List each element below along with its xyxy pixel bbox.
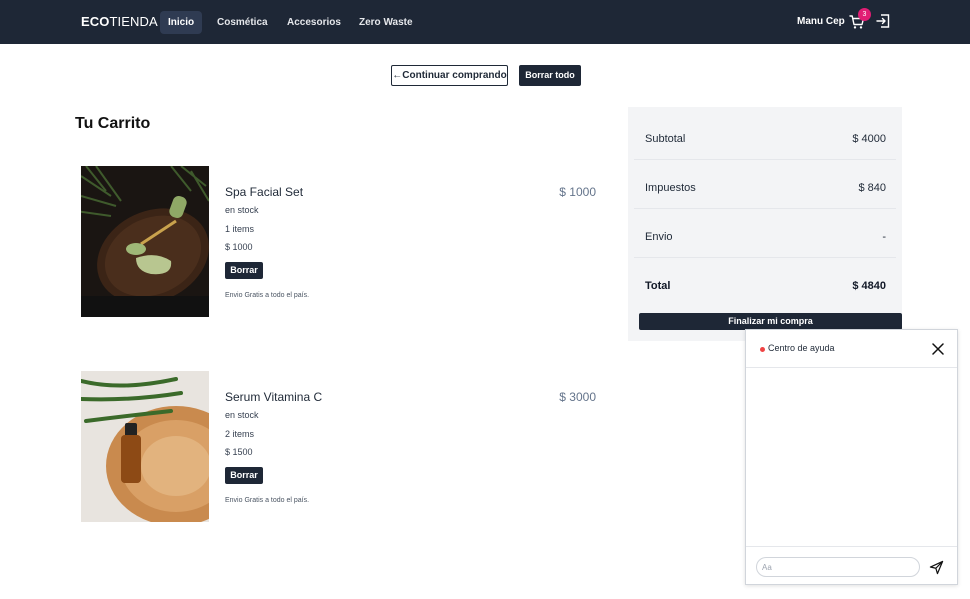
brand-logo-rest: TIENDA [109, 14, 158, 29]
nav-link-zero-waste[interactable]: Zero Waste [351, 11, 421, 34]
help-chat-footer [746, 546, 957, 584]
delete-item-button[interactable]: Borrar [225, 467, 263, 484]
summary-row-total: Total $ 4840 [634, 258, 896, 307]
shipping-note: Envio Gratis a todo el país. [225, 292, 310, 299]
item-quantity: 1 items [225, 224, 255, 234]
summary-label: Envio [645, 231, 673, 243]
product-image-serum-vitamina-c[interactable] [81, 371, 209, 522]
product-image-spa-facial-set[interactable] [81, 166, 209, 317]
nav-link-inicio[interactable]: Inicio [160, 11, 203, 34]
item-total: $ 1000 [559, 185, 596, 199]
navbar: ECOTIENDA Inicio Cosmética Accesorios Ze… [0, 0, 970, 44]
status-dot-icon [760, 347, 765, 352]
summary-row-taxes: Impuestos $ 840 [634, 160, 896, 209]
continue-shopping-button[interactable]: ←Continuar comprando [391, 65, 508, 86]
summary-row-subtotal: Subtotal $ 4000 [634, 111, 896, 160]
order-summary: Subtotal $ 4000 Impuestos $ 840 Envio - … [628, 107, 902, 341]
help-chat-title: Centro de ayuda [768, 343, 835, 353]
summary-label: Subtotal [645, 133, 686, 145]
item-name: Spa Facial Set [225, 185, 304, 199]
summary-label: Total [645, 280, 671, 292]
checkout-button[interactable]: Finalizar mi compra [639, 313, 902, 330]
nav-link-accesorios[interactable]: Accesorios [279, 11, 349, 34]
summary-value: - [882, 231, 886, 243]
item-total: $ 3000 [559, 390, 596, 404]
nav-link-cosmetica[interactable]: Cosmética [209, 11, 276, 34]
delete-item-button[interactable]: Borrar [225, 262, 263, 279]
chat-message-input[interactable] [756, 557, 920, 577]
cart-count-badge: 3 [858, 8, 871, 21]
close-icon[interactable] [932, 343, 944, 355]
summary-row-shipping: Envio - [634, 209, 896, 258]
item-quantity: 2 items [225, 429, 255, 439]
item-stock: en stock [225, 205, 259, 215]
help-chat-widget: Centro de ayuda [745, 329, 958, 585]
page-title: Tu Carrito [75, 115, 151, 132]
summary-value: $ 4000 [852, 133, 886, 145]
item-name: Serum Vitamina C [225, 390, 323, 404]
brand-logo[interactable]: ECOTIENDA [81, 14, 158, 29]
clear-all-button[interactable]: Borrar todo [519, 65, 581, 86]
summary-label: Impuestos [645, 182, 696, 194]
brand-logo-bold: ECO [81, 14, 110, 29]
send-icon[interactable] [929, 560, 944, 575]
shipping-note: Envio Gratis a todo el país. [225, 497, 310, 504]
logout-icon[interactable] [876, 14, 890, 28]
help-chat-header: Centro de ayuda [746, 330, 957, 368]
item-stock: en stock [225, 410, 259, 420]
item-unit-price: $ 1500 [225, 447, 253, 457]
user-name[interactable]: Manu Cep [797, 16, 845, 27]
item-unit-price: $ 1000 [225, 242, 253, 252]
summary-value: $ 840 [858, 182, 886, 194]
summary-value: $ 4840 [852, 280, 886, 292]
